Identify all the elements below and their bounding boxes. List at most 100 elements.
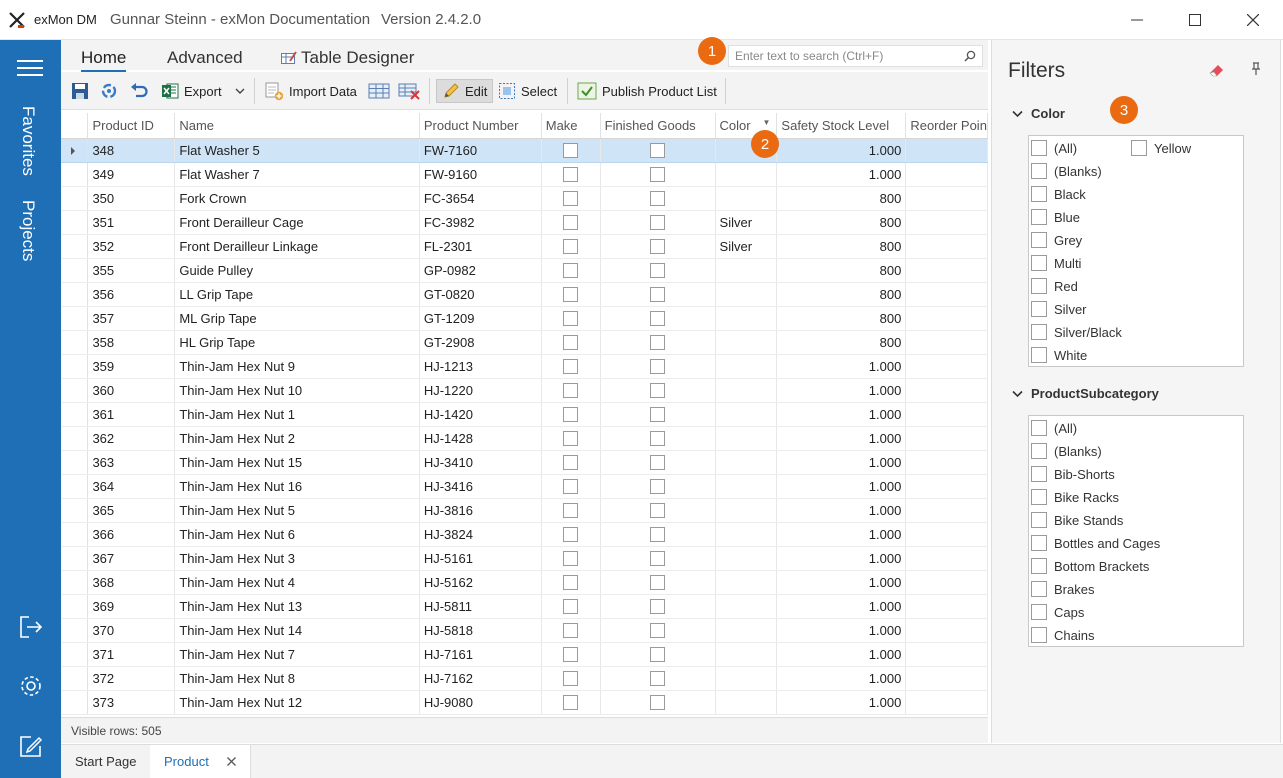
row-indicator[interactable] xyxy=(61,450,89,475)
close-tab-icon[interactable] xyxy=(226,757,236,766)
row-indicator[interactable] xyxy=(61,282,89,307)
filter-checkbox[interactable] xyxy=(1031,301,1047,317)
row-indicator[interactable] xyxy=(61,378,89,403)
cell-color[interactable] xyxy=(715,666,778,691)
cell-product-number[interactable]: HJ-5161 xyxy=(419,546,542,571)
cell-product-id[interactable]: 361 xyxy=(87,402,176,427)
make-checkbox[interactable] xyxy=(563,478,579,494)
cell-product-number[interactable]: GT-2908 xyxy=(419,330,542,355)
filter-checkbox[interactable] xyxy=(1031,420,1047,436)
cell-name[interactable]: Flat Washer 5 xyxy=(174,138,420,163)
cell-safety-stock[interactable]: 1.000 xyxy=(776,522,907,547)
make-checkbox[interactable] xyxy=(563,286,579,302)
cell-color[interactable] xyxy=(715,282,778,307)
cell-reorder-point[interactable] xyxy=(905,690,988,715)
make-checkbox[interactable] xyxy=(563,262,579,278)
cell-color[interactable] xyxy=(715,570,778,595)
filter-option[interactable]: (All) xyxy=(1031,140,1077,156)
cell-safety-stock[interactable]: 1.000 xyxy=(776,378,907,403)
cell-make[interactable] xyxy=(541,210,601,235)
cell-product-id[interactable]: 350 xyxy=(87,186,176,211)
table-row[interactable]: 372 Thin-Jam Hex Nut 8 HJ-7162 1.000 xyxy=(61,666,988,691)
refresh-button[interactable] xyxy=(99,79,119,103)
table-row[interactable]: 373 Thin-Jam Hex Nut 12 HJ-9080 1.000 xyxy=(61,690,988,715)
table-row[interactable]: 349 Flat Washer 7 FW-9160 1.000 xyxy=(61,162,988,187)
cell-name[interactable]: Thin-Jam Hex Nut 14 xyxy=(174,618,420,643)
cell-color[interactable] xyxy=(715,330,778,355)
cell-safety-stock[interactable]: 1.000 xyxy=(776,666,907,691)
cell-reorder-point[interactable] xyxy=(905,306,988,331)
cell-make[interactable] xyxy=(541,546,601,571)
make-checkbox[interactable] xyxy=(563,646,579,662)
make-checkbox[interactable] xyxy=(563,694,579,710)
cell-make[interactable] xyxy=(541,522,601,547)
cell-finished-goods[interactable] xyxy=(600,618,716,643)
settings-gear-icon[interactable] xyxy=(17,672,45,700)
make-checkbox[interactable] xyxy=(563,622,579,638)
cell-reorder-point[interactable] xyxy=(905,450,988,475)
cell-finished-goods[interactable] xyxy=(600,210,716,235)
cell-product-number[interactable]: HJ-7161 xyxy=(419,642,542,667)
finished-goods-checkbox[interactable] xyxy=(650,694,666,710)
cell-safety-stock[interactable]: 1.000 xyxy=(776,690,907,715)
cell-product-id[interactable]: 360 xyxy=(87,378,176,403)
cell-make[interactable] xyxy=(541,186,601,211)
make-checkbox[interactable] xyxy=(563,142,579,158)
filter-checkbox[interactable] xyxy=(1031,278,1047,294)
cell-product-number[interactable]: HJ-5162 xyxy=(419,570,542,595)
cell-color[interactable]: Silver xyxy=(715,210,778,235)
eraser-icon[interactable] xyxy=(1208,62,1226,78)
cell-make[interactable] xyxy=(541,618,601,643)
table-row[interactable]: 351 Front Derailleur Cage FC-3982 Silver 800 xyxy=(61,210,988,235)
cell-product-id[interactable]: 364 xyxy=(87,474,176,499)
cell-product-number[interactable]: FC-3654 xyxy=(419,186,542,211)
cell-reorder-point[interactable] xyxy=(905,498,988,523)
sign-out-icon[interactable] xyxy=(17,613,45,641)
cell-product-id[interactable]: 365 xyxy=(87,498,176,523)
cell-reorder-point[interactable] xyxy=(905,258,988,283)
cell-make[interactable] xyxy=(541,426,601,451)
filter-checkbox[interactable] xyxy=(1031,163,1047,179)
cell-color[interactable] xyxy=(715,618,778,643)
cell-reorder-point[interactable] xyxy=(905,354,988,379)
cell-name[interactable]: Thin-Jam Hex Nut 2 xyxy=(174,426,420,451)
finished-goods-checkbox[interactable] xyxy=(650,358,666,374)
filter-checkbox[interactable] xyxy=(1031,232,1047,248)
cell-safety-stock[interactable]: 1.000 xyxy=(776,498,907,523)
cell-safety-stock[interactable]: 800 xyxy=(776,282,907,307)
filter-option[interactable]: Chains xyxy=(1031,627,1094,643)
cell-finished-goods[interactable] xyxy=(600,186,716,211)
table-row[interactable]: 350 Fork Crown FC-3654 800 xyxy=(61,186,988,211)
cell-reorder-point[interactable] xyxy=(905,618,988,643)
menu-icon[interactable] xyxy=(17,60,43,76)
minimize-button[interactable] xyxy=(1108,0,1166,40)
cell-make[interactable] xyxy=(541,282,601,307)
finished-goods-checkbox[interactable] xyxy=(650,238,666,254)
table-row[interactable]: 367 Thin-Jam Hex Nut 3 HJ-5161 1.000 xyxy=(61,546,988,571)
table-row[interactable]: 369 Thin-Jam Hex Nut 13 HJ-5811 1.000 xyxy=(61,594,988,619)
make-checkbox[interactable] xyxy=(563,334,579,350)
cell-color[interactable] xyxy=(715,426,778,451)
finished-goods-checkbox[interactable] xyxy=(650,646,666,662)
filter-option[interactable]: Bottles and Cages xyxy=(1031,535,1160,551)
row-indicator[interactable] xyxy=(61,234,89,259)
row-indicator[interactable] xyxy=(61,330,89,355)
filter-checkbox[interactable] xyxy=(1031,209,1047,225)
cell-name[interactable]: Thin-Jam Hex Nut 8 xyxy=(174,666,420,691)
cell-reorder-point[interactable] xyxy=(905,282,988,307)
maximize-button[interactable] xyxy=(1166,0,1224,40)
column-header[interactable]: Product Number xyxy=(419,113,542,139)
row-indicator[interactable] xyxy=(61,186,89,211)
row-indicator[interactable] xyxy=(61,354,89,379)
table-row[interactable]: 356 LL Grip Tape GT-0820 800 xyxy=(61,282,988,307)
cell-reorder-point[interactable] xyxy=(905,138,988,163)
finished-goods-checkbox[interactable] xyxy=(650,310,666,326)
table-row[interactable]: 362 Thin-Jam Hex Nut 2 HJ-1428 1.000 xyxy=(61,426,988,451)
row-indicator[interactable] xyxy=(61,474,89,499)
row-indicator[interactable] xyxy=(61,546,89,571)
cell-make[interactable] xyxy=(541,570,601,595)
tab-home[interactable]: Home xyxy=(81,48,127,72)
cell-color[interactable] xyxy=(715,546,778,571)
row-indicator[interactable] xyxy=(61,618,89,643)
table-row[interactable]: 359 Thin-Jam Hex Nut 9 HJ-1213 1.000 xyxy=(61,354,988,379)
